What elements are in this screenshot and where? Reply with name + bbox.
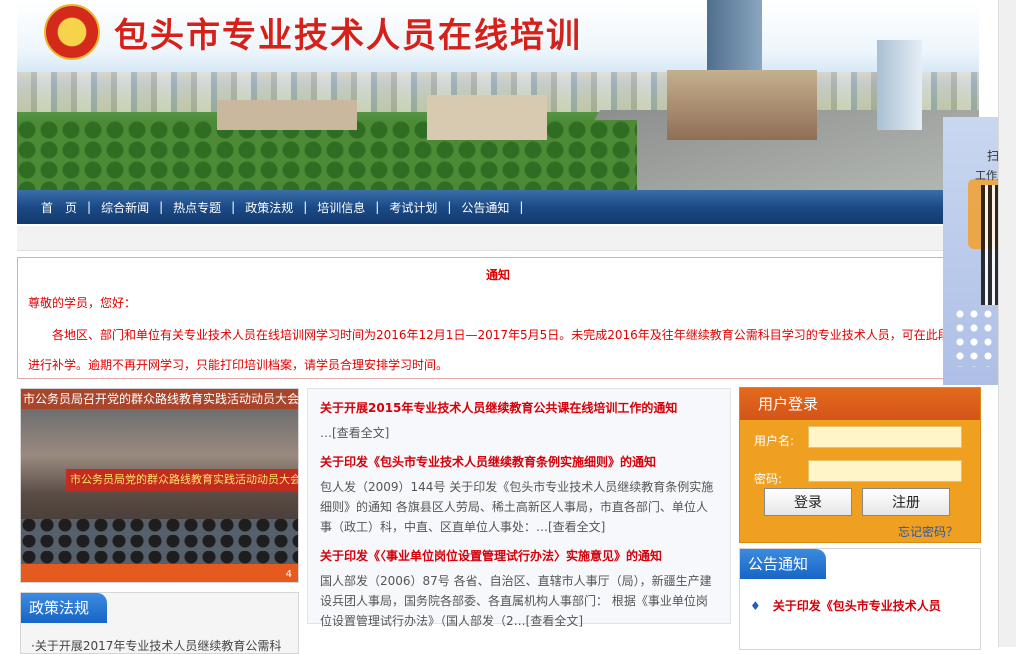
meeting-photo[interactable]: 市公务员局党的群众路线教育实践活动动员大会 (21, 409, 298, 582)
slideshow-pager-bar (21, 564, 298, 582)
page: 包头市专业技术人员在线培训 首 页 | 综合新闻 | 热点专题 | 政策法规 | 培训信… (17, 0, 981, 654)
username-input[interactable] (808, 426, 962, 448)
nav-item-hot-topics[interactable]: 热点专题 (163, 199, 231, 216)
news-item-desc[interactable]: 包人发（2009）144号 关于印发《包头市专业技术人员继续教育条例实施细则》的… (320, 477, 718, 537)
news-list: 关于开展2015年专业技术人员继续教育公共课在线培训工作的通知 …[查看全文] … (307, 388, 731, 628)
header-banner: 包头市专业技术人员在线培训 (17, 0, 979, 190)
nav-item-home[interactable]: 首 页 (31, 199, 87, 216)
password-label: 密码: (754, 472, 783, 486)
site-title: 包头市专业技术人员在线培训 (114, 16, 582, 56)
register-button[interactable]: 注册 (862, 488, 950, 516)
photo-slideshow[interactable]: 市公务员局召开党的群众路线教育实践活动动员大会 市公务员局党的群众路线教育实践活… (20, 388, 299, 583)
login-panel: 用户登录 用户名: 密码: 登录 注册 忘记密码？ (739, 387, 981, 543)
announcements-heading[interactable]: 公告通知 (740, 549, 827, 579)
news-item: 关于印发《包头市专业技术人员继续教育条例实施细则》的通知 包人发（2009）14… (308, 453, 730, 537)
notice-title: 通知 (485, 268, 510, 282)
main-nav: 首 页 | 综合新闻 | 热点专题 | 政策法规 | 培训信息 | 考试计划 | 公告通知 | (17, 190, 979, 224)
notice-greeting: 尊敬的学员，您好： (28, 296, 137, 310)
nav-item-exam-plan[interactable]: 考试计划 (379, 199, 447, 216)
news-item-desc[interactable]: …[查看全文] (320, 423, 718, 443)
bullet-icon: ♦ (750, 599, 761, 613)
news-item-title[interactable]: 关于开展2015年专业技术人员继续教育公共课在线培训工作的通知 (320, 399, 718, 417)
news-item-title[interactable]: 关于印发《包头市专业技术人员继续教育条例实施细则》的通知 (320, 453, 718, 471)
policy-list-item[interactable]: ·关于开展2017年专业技术人员继续教育公需科 (31, 637, 281, 654)
nav-item-training-info[interactable]: 培训信息 (307, 199, 375, 216)
username-label: 用户名: (754, 434, 795, 448)
photo-caption[interactable]: 市公务员局召开党的群众路线教育实践活动动员大会 (21, 389, 298, 409)
login-heading: 用户登录 (740, 388, 980, 420)
policy-heading[interactable]: 政策法规 (21, 593, 108, 623)
announcements-panel: 公告通知 ♦ 关于印发《包头市专业技术人员 (739, 548, 981, 650)
notice-box: 通知 尊敬的学员，您好： 各地区、部门和单位有关专业技术人员在线培训网学习时间为… (17, 257, 979, 379)
announcement-item[interactable]: ♦ 关于印发《包头市专业技术人员 (750, 597, 941, 614)
nav-item-news[interactable]: 综合新闻 (91, 199, 159, 216)
slideshow-pager[interactable]: 4 (286, 569, 292, 580)
news-item: 关于开展2015年专业技术人员继续教育公共课在线培训工作的通知 …[查看全文] (308, 399, 730, 443)
policy-panel: 政策法规 ·关于开展2017年专业技术人员继续教育公需科 (20, 592, 299, 654)
notice-body: 各地区、部门和单位有关专业技术人员在线培训网学习时间为2016年12月1日—20… (28, 328, 962, 372)
nav-item-policy[interactable]: 政策法规 (235, 199, 303, 216)
forgot-password-link[interactable]: 忘记密码？ (898, 523, 958, 540)
password-input[interactable] (808, 460, 962, 482)
stage-banner-text: 市公务员局党的群众路线教育实践活动动员大会 (66, 469, 298, 491)
news-item-title[interactable]: 关于印发《〈事业单位岗位设置管理试行办法〉实施意见》的通知 (320, 547, 718, 565)
nav-item-announcements[interactable]: 公告通知 (451, 199, 519, 216)
news-item: 关于印发《〈事业单位岗位设置管理试行办法〉实施意见》的通知 国人部发（2006）… (308, 547, 730, 631)
page-scrollbar[interactable] (998, 0, 1016, 647)
national-emblem-icon (44, 4, 100, 60)
login-button[interactable]: 登录 (764, 488, 852, 516)
news-item-desc[interactable]: 国人部发（2006）87号 各省、自治区、直辖市人事厅（局），新疆生产建设兵团人… (320, 571, 718, 631)
sub-bar (17, 226, 979, 251)
